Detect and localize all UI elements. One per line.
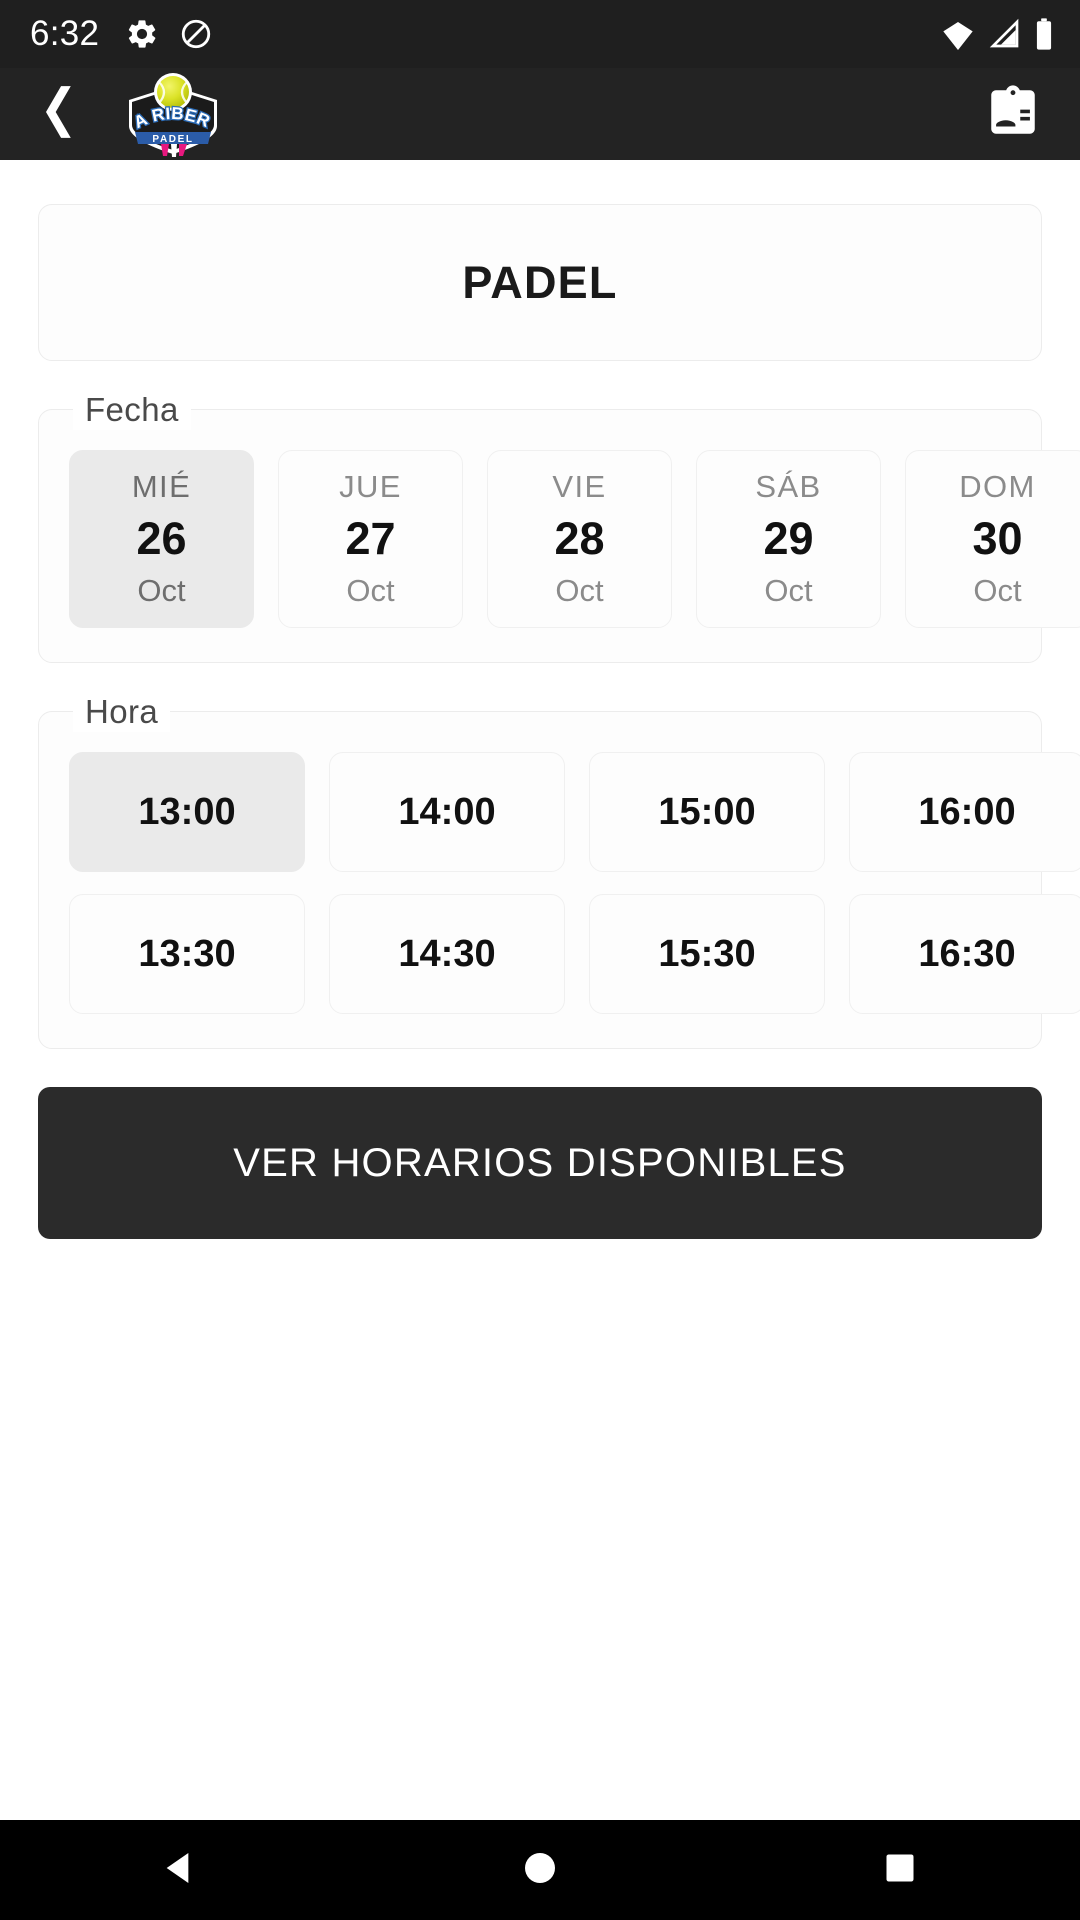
time-slot-chip[interactable]: 15:30 <box>589 894 825 1014</box>
date-chip-month: Oct <box>973 573 1022 608</box>
date-chip[interactable]: MIÉ 26 Oct <box>69 450 254 628</box>
android-navigation-bar <box>0 1820 1080 1920</box>
date-chip-day: 30 <box>972 513 1023 564</box>
status-clock: 6:32 <box>30 14 100 53</box>
page-title: PADEL <box>462 256 618 308</box>
date-chip-day: 26 <box>136 513 187 564</box>
time-section: Hora 13:00 14:00 15:00 16:00 13:30 14:30… <box>38 692 1080 1049</box>
date-chip-month: Oct <box>346 573 395 608</box>
nav-recents-button[interactable] <box>840 1820 960 1920</box>
nav-home-circle-icon <box>520 1848 560 1893</box>
date-chip-month: Oct <box>137 573 186 608</box>
app-bar: LA RIBERA PADEL <box>0 68 1080 160</box>
do-not-disturb-icon <box>179 17 213 51</box>
view-available-times-label: VER HORARIOS DISPONIBLES <box>233 1140 847 1185</box>
date-chip-dow: MIÉ <box>131 469 192 504</box>
nav-recents-square-icon <box>882 1850 918 1891</box>
time-slot-chip[interactable]: 16:00 <box>849 752 1080 872</box>
date-chip-dow: DOM <box>959 469 1036 504</box>
time-slot-chip[interactable]: 16:30 <box>849 894 1080 1014</box>
date-chip[interactable]: SÁB 29 Oct <box>696 450 881 628</box>
gear-icon <box>125 17 159 51</box>
status-bar-notification-icons <box>125 17 213 51</box>
status-bar-system-icons <box>940 17 1054 51</box>
time-slot-grid[interactable]: 13:00 14:00 15:00 16:00 13:30 14:30 15:3… <box>39 752 1080 1014</box>
view-available-times-button[interactable]: VER HORARIOS DISPONIBLES <box>38 1087 1042 1239</box>
contact-card-button[interactable] <box>980 81 1046 147</box>
back-button[interactable] <box>28 82 92 146</box>
date-chip-dow: VIE <box>552 469 607 504</box>
status-bar: 6:32 <box>0 0 1080 68</box>
svg-text:PADEL: PADEL <box>152 134 193 145</box>
app-logo: LA RIBERA PADEL <box>108 69 238 159</box>
date-chip-dow: JUE <box>339 469 402 504</box>
nav-home-button[interactable] <box>480 1820 600 1920</box>
main-content: PADEL Fecha MIÉ 26 Oct JUE 27 Oct VIE 28 <box>0 160 1080 1820</box>
back-arrow-icon <box>34 84 86 145</box>
time-slot-chip[interactable]: 15:00 <box>589 752 825 872</box>
time-slot-chip[interactable]: 13:00 <box>69 752 305 872</box>
contact-card-icon <box>984 83 1042 146</box>
date-chip-day: 28 <box>554 513 605 564</box>
date-chip[interactable]: VIE 28 Oct <box>487 450 672 628</box>
date-chip-day: 27 <box>345 513 396 564</box>
date-chip-month: Oct <box>764 573 813 608</box>
wifi-icon <box>940 18 976 50</box>
nav-back-triangle-icon <box>160 1848 200 1893</box>
date-chip[interactable]: JUE 27 Oct <box>278 450 463 628</box>
time-slot-chip[interactable]: 14:30 <box>329 894 565 1014</box>
time-slot-chip[interactable]: 14:00 <box>329 752 565 872</box>
time-section-legend: Hora <box>73 692 171 732</box>
cellular-signal-icon <box>988 18 1022 50</box>
time-slot-chip[interactable]: 13:30 <box>69 894 305 1014</box>
date-chip-day: 29 <box>763 513 814 564</box>
date-chip-dow: SÁB <box>755 469 822 504</box>
date-chip[interactable]: DOM 30 Oct <box>905 450 1080 628</box>
date-section: Fecha MIÉ 26 Oct JUE 27 Oct VIE 28 Oct S… <box>38 390 1080 663</box>
date-chip-row[interactable]: MIÉ 26 Oct JUE 27 Oct VIE 28 Oct SÁB 29 <box>39 450 1080 628</box>
nav-back-button[interactable] <box>120 1820 240 1920</box>
date-section-legend: Fecha <box>73 390 191 430</box>
sport-title-card: PADEL <box>38 204 1042 361</box>
app-screen: 6:32 A RIBER PADEL PADEL Fecha MIÉ 26 Oc… <box>0 0 1080 1920</box>
battery-icon <box>1034 17 1054 51</box>
date-chip-month: Oct <box>555 573 604 608</box>
